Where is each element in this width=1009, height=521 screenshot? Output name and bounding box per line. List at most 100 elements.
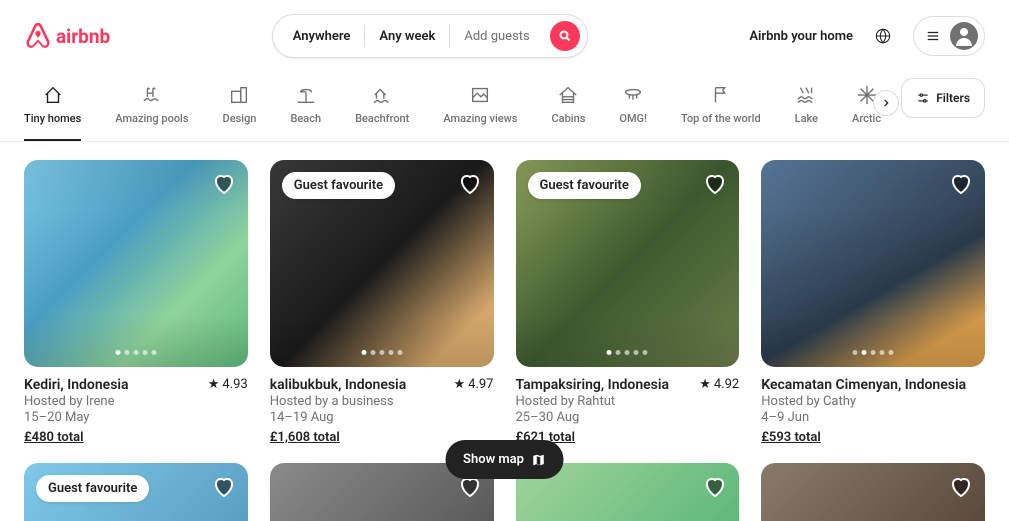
carousel-dots: [607, 350, 648, 355]
chevron-right-icon: [881, 98, 891, 108]
header-right: Airbnb your home: [749, 16, 985, 56]
category-label: Cabins: [551, 112, 585, 125]
search-button[interactable]: [550, 21, 580, 51]
category-label: Amazing pools: [115, 112, 188, 125]
wishlist-button[interactable]: [212, 475, 236, 503]
category-omg[interactable]: OMG!: [619, 76, 647, 141]
category-lake[interactable]: Lake: [795, 76, 818, 141]
listing-card[interactable]: [761, 463, 985, 521]
listing-thumb[interactable]: [24, 160, 248, 367]
heart-icon: [703, 475, 727, 499]
listing-rating: ★ 4.92: [699, 377, 739, 392]
brand-name: airbnb: [56, 25, 110, 48]
guest-favourite-badge: Guest favourite: [528, 172, 641, 199]
listing-rating: ★ 4.97: [453, 377, 493, 392]
listing-price: £480 total: [24, 430, 84, 445]
lake-icon: [795, 84, 817, 106]
carousel-dots: [361, 350, 402, 355]
listing-card[interactable]: Guest favourite Tampaksiring, Indonesia★…: [516, 160, 740, 445]
carousel-dots: [853, 350, 894, 355]
guest-favourite-badge: Guest favourite: [36, 475, 149, 502]
tiny-homes-icon: [42, 84, 64, 106]
filters-button[interactable]: Filters: [901, 78, 985, 118]
search-who[interactable]: Add guests: [450, 29, 543, 44]
search-pill[interactable]: Anywhere Any week Add guests: [272, 14, 588, 58]
user-menu[interactable]: [913, 16, 985, 56]
person-icon: [952, 24, 976, 48]
listing-thumb[interactable]: Guest favourite: [24, 463, 248, 521]
airbnb-logo-icon: [24, 22, 52, 50]
show-map-button[interactable]: Show map: [445, 440, 564, 479]
category-design[interactable]: Design: [223, 76, 257, 141]
map-icon: [532, 453, 546, 467]
heart-icon: [949, 475, 973, 499]
pool-icon: [141, 84, 163, 106]
listing-price: £1,608 total: [270, 430, 340, 445]
category-beach[interactable]: Beach: [290, 76, 321, 141]
filters-label: Filters: [936, 91, 970, 105]
globe-icon: [875, 28, 891, 44]
listing-thumb[interactable]: Guest favourite: [516, 160, 740, 367]
avatar: [950, 22, 978, 50]
listing-card[interactable]: Kediri, Indonesia★ 4.93 Hosted by Irene …: [24, 160, 248, 445]
listing-thumb[interactable]: Guest favourite: [270, 160, 494, 367]
listing-card[interactable]: Guest favourite kalibukbuk, Indonesia ★ 4…: [270, 160, 494, 445]
listing-card[interactable]: Kecamatan Cimenyan, Indonesia Hosted by …: [761, 160, 985, 445]
listings-grid: Kediri, Indonesia★ 4.93 Hosted by Irene …: [0, 142, 1009, 445]
design-icon: [228, 84, 250, 106]
categories-next-button[interactable]: [873, 90, 899, 116]
header: airbnb Anywhere Any week Add guests Airb…: [0, 0, 1009, 68]
category-label: Amazing views: [443, 112, 517, 125]
listing-location: Kediri, Indonesia: [24, 377, 129, 393]
listing-thumb[interactable]: [761, 160, 985, 367]
listing-dates: 25–30 Aug: [516, 410, 740, 425]
carousel-dots: [115, 350, 156, 355]
listing-rating: ★ 4.93: [208, 377, 248, 392]
category-bar: Tiny homes Amazing pools Design Beach Be…: [0, 68, 1009, 142]
show-map-label: Show map: [463, 452, 524, 467]
cabin-icon: [557, 84, 579, 106]
hamburger-icon: [926, 29, 940, 43]
heart-icon: [703, 172, 727, 196]
listing-host: Hosted by Irene: [24, 394, 248, 409]
category-amazing-views[interactable]: Amazing views: [443, 76, 517, 141]
listing-thumb[interactable]: [761, 463, 985, 521]
wishlist-button[interactable]: [703, 172, 727, 200]
language-button[interactable]: [865, 18, 901, 54]
category-label: Arctic: [852, 112, 881, 125]
wishlist-button[interactable]: [703, 475, 727, 503]
views-icon: [469, 84, 491, 106]
category-label: Beachfront: [355, 112, 409, 125]
heart-icon: [458, 172, 482, 196]
search-icon: [559, 30, 571, 42]
host-your-home-link[interactable]: Airbnb your home: [749, 29, 853, 44]
listing-dates: 14–19 Aug: [270, 410, 494, 425]
wishlist-button[interactable]: [949, 172, 973, 200]
filters-icon: [916, 91, 930, 105]
heart-icon: [949, 172, 973, 196]
heart-icon: [212, 475, 236, 499]
category-beachfront[interactable]: Beachfront: [355, 76, 409, 141]
guest-favourite-badge: Guest favourite: [282, 172, 395, 199]
listing-location: kalibukbuk, Indonesia: [270, 377, 406, 393]
wishlist-button[interactable]: [458, 172, 482, 200]
listing-host: Hosted by Cathy: [761, 394, 985, 409]
category-amazing-pools[interactable]: Amazing pools: [115, 76, 188, 141]
listing-location: Kecamatan Cimenyan, Indonesia: [761, 377, 966, 393]
logo[interactable]: airbnb: [24, 22, 110, 50]
category-label: Lake: [795, 112, 818, 125]
listing-price: £593 total: [761, 430, 821, 445]
wishlist-button[interactable]: [458, 475, 482, 503]
flag-icon: [710, 84, 732, 106]
category-cabins[interactable]: Cabins: [551, 76, 585, 141]
wishlist-button[interactable]: [212, 172, 236, 200]
search-where[interactable]: Anywhere: [293, 29, 365, 44]
wishlist-button[interactable]: [949, 475, 973, 503]
listing-card[interactable]: Guest favourite: [24, 463, 248, 521]
category-tiny-homes[interactable]: Tiny homes: [24, 76, 81, 141]
listing-dates: 15–20 May: [24, 410, 248, 425]
category-label: Design: [223, 112, 257, 125]
search-when[interactable]: Any week: [365, 29, 449, 44]
category-label: Tiny homes: [24, 112, 81, 125]
category-top-of-world[interactable]: Top of the world: [681, 76, 761, 141]
